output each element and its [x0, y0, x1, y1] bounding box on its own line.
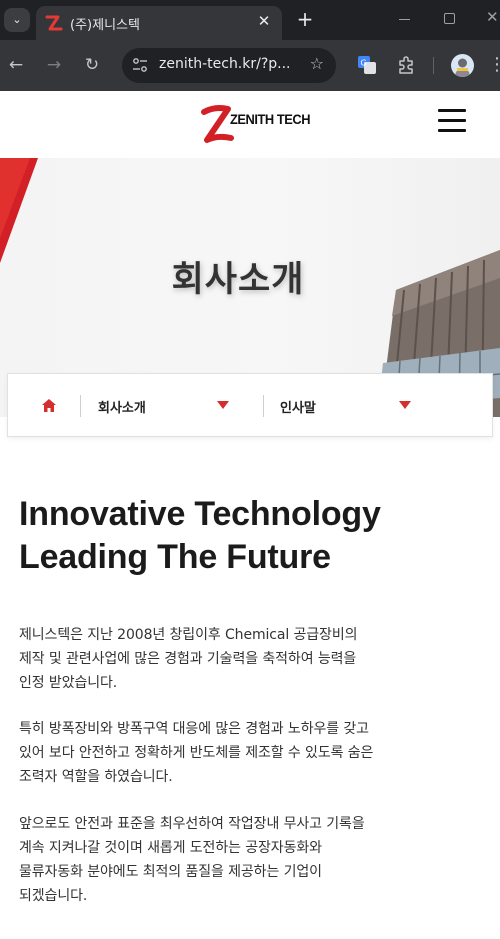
section-headline: Innovative Technology Leading The Future — [19, 493, 381, 579]
home-icon[interactable] — [41, 398, 57, 413]
browser-toolbar: ← → ↻ zenith-tech.kr/?p... ☆ G ⋮ — [0, 40, 500, 91]
site-favicon-icon — [45, 15, 63, 31]
paragraph-line: 있어 보다 안전하고 정확하게 반도체를 제조할 수 있도록 숨은 — [19, 745, 374, 761]
nav-divider — [80, 395, 81, 417]
bookmark-star-icon[interactable]: ☆ — [310, 54, 324, 73]
site-settings-icon[interactable] — [132, 57, 148, 73]
toolbar-divider — [433, 57, 434, 74]
back-button[interactable]: ← — [4, 53, 28, 77]
tab-title: (주)제니스텍 — [70, 18, 140, 33]
intro-paragraph: 제니스텍은 지난 2008년 창립이후 Chemical 공급장비의 제작 및 … — [19, 623, 481, 695]
site-logo[interactable]: ZENITH TECH — [195, 102, 311, 148]
logo-text: ZENITH TECH — [230, 111, 311, 127]
translate-extension-icon[interactable]: G — [358, 56, 376, 74]
extensions-puzzle-icon[interactable] — [396, 55, 416, 75]
nav-divider — [263, 395, 264, 417]
location-nav: 회사소개 인사말 — [7, 373, 493, 437]
tab-search-chevron-icon[interactable]: ⌄ — [4, 8, 30, 32]
nav-level1-label[interactable]: 회사소개 — [98, 397, 146, 416]
browser-tab-bar: ⌄ (주)제니스텍 ✕ + ✕ — [0, 0, 500, 40]
menu-hamburger-icon[interactable] — [438, 109, 466, 133]
forward-button[interactable]: → — [42, 53, 66, 77]
paragraph-line: 물류자동화 분야에도 최적의 품질을 제공하는 기업이 — [19, 864, 322, 880]
paragraph-line: 앞으로도 안전과 표준을 최우선하여 작업장내 무사고 기록을 — [19, 816, 365, 832]
paragraph-line: 제작 및 관련사업에 많은 경험과 기술력을 축적하여 능력을 — [19, 651, 357, 667]
profile-avatar-icon — [455, 58, 470, 77]
paragraph-line: 되겠습니다. — [19, 888, 88, 904]
site-header: ZENITH TECH — [0, 91, 500, 158]
nav-level2-label[interactable]: 인사말 — [280, 397, 316, 416]
window-close-icon[interactable]: ✕ — [486, 8, 499, 26]
svg-text:G: G — [361, 59, 367, 68]
browser-menu-icon[interactable]: ⋮ — [488, 53, 500, 77]
address-bar[interactable]: zenith-tech.kr/?p... ☆ — [122, 48, 336, 83]
intro-paragraph: 앞으로도 안전과 표준을 최우선하여 작업장내 무사고 기록을 계속 지켜나갈 … — [19, 812, 481, 908]
nav-level1-dropdown-icon[interactable] — [217, 401, 229, 409]
new-tab-button[interactable]: + — [294, 7, 316, 31]
headline-line: Leading The Future — [19, 538, 331, 576]
paragraph-line: 특히 방폭장비와 방폭구역 대응에 많은 경험과 노하우를 갖고 — [19, 721, 369, 737]
url-text: zenith-tech.kr/?p... — [159, 56, 291, 72]
intro-paragraph: 특히 방폭장비와 방폭구역 대응에 많은 경험과 노하우를 갖고 있어 보다 안… — [19, 717, 481, 789]
profile-avatar[interactable] — [451, 54, 474, 77]
headline-line: Innovative Technology — [19, 495, 381, 533]
page-title: 회사소개 — [171, 260, 305, 300]
zenith-z-mark-icon — [201, 105, 234, 143]
paragraph-line: 인정 받았습니다. — [19, 675, 118, 691]
reload-button[interactable]: ↻ — [80, 53, 104, 77]
browser-tab[interactable]: (주)제니스텍 ✕ — [36, 6, 282, 40]
window-maximize-icon[interactable] — [444, 13, 455, 24]
nav-level2-dropdown-icon[interactable] — [399, 401, 411, 409]
tab-close-icon[interactable]: ✕ — [254, 12, 274, 30]
paragraph-line: 제니스텍은 지난 2008년 창립이후 Chemical 공급장비의 — [19, 627, 358, 643]
paragraph-line: 계속 지켜나갈 것이며 새롭게 도전하는 공장자동화와 — [19, 840, 322, 856]
paragraph-line: 조력자 역할을 하였습니다. — [19, 769, 173, 785]
window-minimize-icon[interactable] — [394, 8, 416, 30]
